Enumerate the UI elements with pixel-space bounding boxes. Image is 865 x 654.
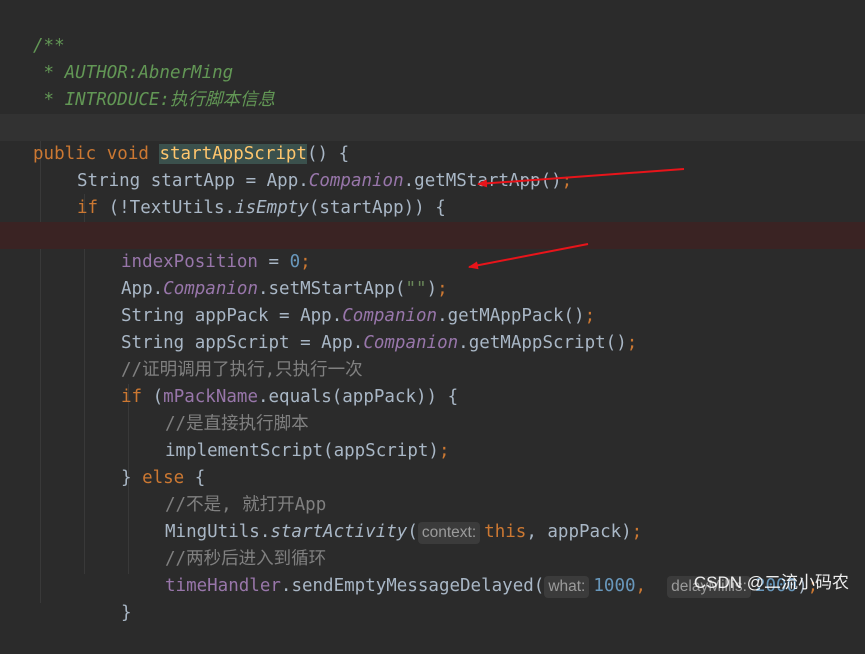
code-statement: } — [121, 603, 132, 623]
code-editor[interactable]: /** * AUTHOR:AbnerMing * INTRODUCE:执行脚本信… — [0, 0, 865, 623]
annotation-arrows — [468, 168, 685, 270]
watermark: CSDN @二流小码农 — [693, 573, 849, 592]
red-arrow-1 — [477, 168, 685, 188]
red-arrow-2 — [468, 243, 589, 270]
